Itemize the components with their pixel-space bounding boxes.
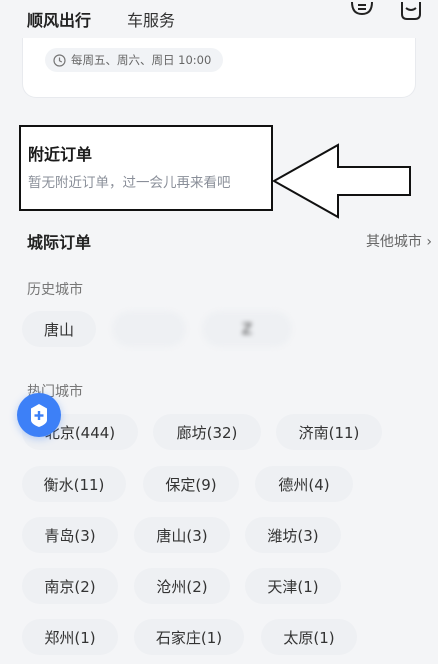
plus-icon bbox=[31, 404, 47, 427]
chevron-right-icon: › bbox=[426, 234, 432, 250]
floating-add-button[interactable] bbox=[17, 393, 61, 437]
nearby-empty-text: 暂无附近订单，过一会儿再来看吧 bbox=[28, 175, 231, 191]
intercity-orders-title: 城际订单 bbox=[27, 233, 92, 252]
tab-car-service[interactable]: 车服务 bbox=[127, 10, 175, 32]
hot-city-chip[interactable]: 保定(9) bbox=[143, 466, 239, 502]
history-city-chip[interactable]: Z bbox=[202, 311, 292, 347]
other-cities-label: 其他城市 bbox=[365, 234, 422, 250]
hot-city-chip[interactable]: 衡水(11) bbox=[22, 466, 126, 502]
hot-city-chip[interactable]: 沧州(2) bbox=[134, 568, 230, 604]
schedule-card[interactable]: 每周五、周六、周日 10:00 bbox=[22, 38, 416, 98]
hot-city-chip[interactable]: 石家庄(1) bbox=[134, 619, 244, 655]
hot-city-chip[interactable]: 潍坊(3) bbox=[245, 517, 341, 553]
mailbox-icon[interactable] bbox=[398, 0, 424, 26]
tab-ride[interactable]: 顺风出行 bbox=[27, 10, 91, 32]
hot-city-chip[interactable]: 天津(1) bbox=[245, 568, 341, 604]
nearby-orders-title: 附近订单 bbox=[28, 145, 93, 164]
history-city-chip[interactable]: 唐山 bbox=[22, 311, 96, 347]
hot-city-chip[interactable]: 德州(4) bbox=[255, 466, 353, 502]
hot-city-chip[interactable]: 青岛(3) bbox=[22, 517, 118, 553]
clock-icon bbox=[53, 53, 66, 67]
other-cities-link[interactable]: 其他城市 › bbox=[366, 231, 432, 251]
hot-city-chip[interactable]: 唐山(3) bbox=[134, 517, 230, 553]
schedule-pill: 每周五、周六、周日 10:00 bbox=[45, 48, 224, 72]
hot-city-chip[interactable]: 廊坊(32) bbox=[153, 414, 261, 450]
hot-city-chip[interactable]: 郑州(1) bbox=[22, 619, 118, 655]
hot-city-chip[interactable]: 济南(11) bbox=[276, 414, 382, 450]
message-icon[interactable] bbox=[349, 0, 375, 26]
hot-city-chip[interactable]: 太原(1) bbox=[261, 619, 357, 655]
history-city-chip[interactable] bbox=[112, 311, 186, 347]
nearby-orders-section: 附近订单 暂无附近订单，过一会儿再来看吧 bbox=[19, 125, 273, 211]
history-cities-title: 历史城市 bbox=[27, 282, 83, 298]
arrow-annotation-icon bbox=[272, 143, 411, 219]
hot-city-chip[interactable]: 南京(2) bbox=[22, 568, 118, 604]
schedule-text: 每周五、周六、周日 10:00 bbox=[71, 53, 212, 67]
